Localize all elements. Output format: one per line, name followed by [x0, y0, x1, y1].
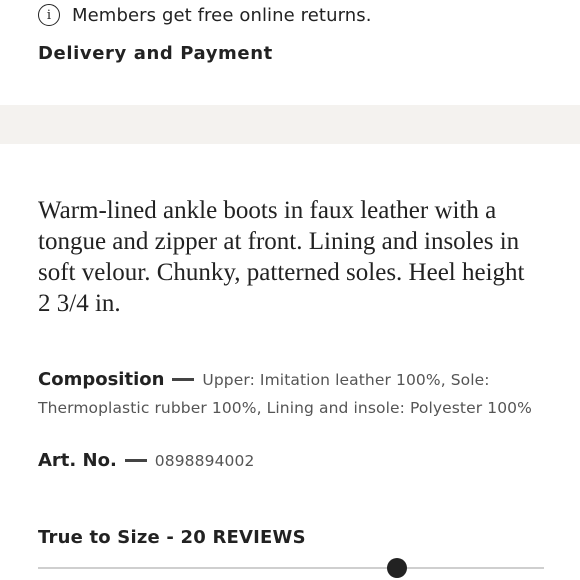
composition-row: Composition Upper: Imitation leather 100%… [38, 366, 548, 422]
size-fit-scale [38, 558, 544, 578]
product-description: Warm-lined ankle boots in faux leather w… [38, 197, 525, 317]
free-returns-notice: i Members get free online returns. [38, 2, 372, 28]
article-number-row: Art. No. 0898894002 [38, 447, 548, 475]
dash-separator [172, 378, 195, 381]
section-divider [0, 105, 580, 144]
composition-label: Composition [38, 369, 165, 390]
free-returns-text: Members get free online returns. [72, 4, 372, 26]
info-icon: i [38, 4, 60, 26]
size-fit-reviews-link[interactable]: True to Size - 20 REVIEWS [38, 527, 306, 548]
dash-separator [124, 459, 147, 462]
size-fit-marker [387, 558, 408, 578]
delivery-and-payment-link[interactable]: Delivery and Payment [38, 43, 273, 64]
article-number-label: Art. No. [38, 450, 117, 471]
article-number-value: 0898894002 [154, 452, 255, 470]
